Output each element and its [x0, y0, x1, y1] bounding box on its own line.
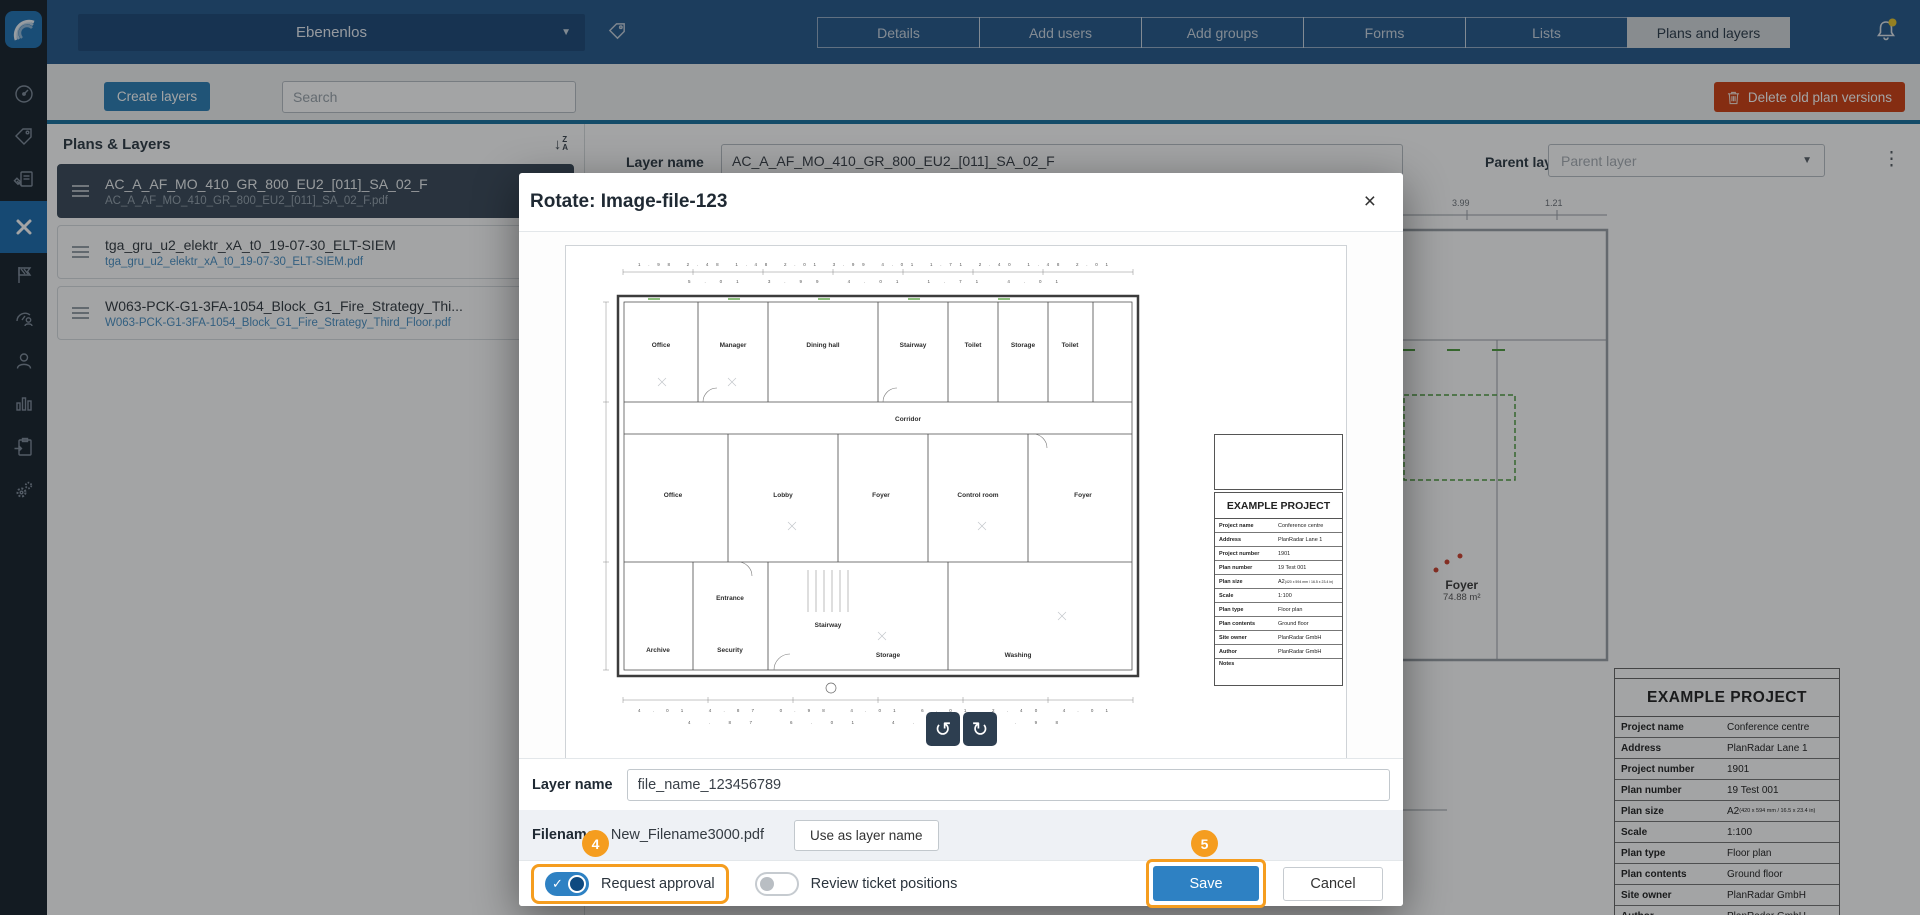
- plan-preview-area: 1.98 2.48 1.48 2.01 3.99 4.01 1.71 2.40 …: [519, 231, 1403, 758]
- svg-text:Storage: Storage: [876, 652, 901, 659]
- preview-title-block: EXAMPLE PROJECT Project nameConference c…: [1214, 492, 1343, 686]
- title-block-stamp-box: [1214, 434, 1343, 490]
- save-button[interactable]: Save: [1153, 866, 1259, 901]
- svg-text:1.98 2.48 1.48 2.01 3.: 1.98 2.48 1.48 2.01 3.99 4.01 1.71 2.40 …: [638, 262, 1108, 267]
- modal-header: Rotate: Image-file-123 ×: [519, 173, 1403, 231]
- rotate-image-modal: Rotate: Image-file-123 × 1.98 2.48 1.48 …: [519, 173, 1403, 906]
- check-icon: ✓: [552, 876, 563, 892]
- svg-text:Security: Security: [717, 647, 743, 654]
- svg-text:Foyer: Foyer: [1074, 492, 1092, 499]
- rotate-counterclockwise-button[interactable]: ↺: [926, 712, 960, 746]
- svg-text:Corridor: Corridor: [895, 416, 921, 423]
- svg-text:4.01 4.87 0.98 4.01 6.: 4.01 4.87 0.98 4.01 6.01 2.40 4.01: [638, 708, 1108, 713]
- svg-text:Lobby: Lobby: [773, 492, 793, 499]
- svg-text:Office: Office: [664, 492, 683, 499]
- svg-text:Toilet: Toilet: [1062, 342, 1080, 349]
- svg-text:Foyer: Foyer: [872, 492, 890, 499]
- svg-text:Control room: Control room: [957, 492, 998, 499]
- svg-text:Archive: Archive: [646, 647, 670, 654]
- svg-text:Storage: Storage: [1011, 342, 1036, 349]
- review-ticket-positions-group: Review ticket positions: [755, 872, 958, 896]
- modal-filename-row: Filename New_Filename3000.pdf Use as lay…: [519, 810, 1403, 860]
- modal-footer: ✓ Request approval Review ticket positio…: [519, 860, 1403, 906]
- toggle-knob: [760, 877, 774, 891]
- close-icon[interactable]: ×: [1364, 192, 1376, 212]
- request-approval-label: Request approval: [601, 876, 715, 892]
- svg-text:Entrance: Entrance: [716, 595, 744, 602]
- svg-text:Toilet: Toilet: [965, 342, 983, 349]
- annotation-badge-4: 4: [582, 830, 609, 857]
- annotation-box-4: ✓ Request approval: [531, 864, 729, 904]
- annotation-box-5: Save: [1146, 859, 1266, 908]
- annotation-badge-5: 5: [1191, 830, 1218, 857]
- rotate-cw-icon: ↻: [972, 719, 989, 741]
- use-as-layer-name-button[interactable]: Use as layer name: [794, 820, 939, 851]
- filename-value: New_Filename3000.pdf: [611, 827, 764, 843]
- rotate-clockwise-button[interactable]: ↻: [963, 712, 997, 746]
- modal-layer-name-row: Layer name: [519, 758, 1403, 810]
- cancel-button[interactable]: Cancel: [1283, 867, 1383, 901]
- svg-text:Manager: Manager: [720, 342, 747, 349]
- modal-layer-name-input[interactable]: [627, 769, 1390, 801]
- svg-text:Stairway: Stairway: [900, 342, 927, 349]
- svg-text:4.87 6.01 4.01 0.98: 4.87 6.01 4.01 0.98: [688, 720, 1058, 725]
- floorplan-drawing: 1.98 2.48 1.48 2.01 3.99 4.01 1.71 2.40 …: [578, 252, 1178, 750]
- request-approval-toggle[interactable]: ✓: [545, 872, 589, 896]
- svg-text:Office: Office: [652, 342, 671, 349]
- svg-text:Dining hall: Dining hall: [806, 342, 839, 349]
- review-ticket-positions-label: Review ticket positions: [811, 876, 958, 892]
- rotate-ccw-icon: ↺: [935, 719, 952, 741]
- toggle-knob: [568, 875, 586, 893]
- title-block-title: EXAMPLE PROJECT: [1215, 493, 1342, 519]
- svg-text:Stairway: Stairway: [815, 622, 842, 629]
- modal-layer-name-label: Layer name: [532, 777, 613, 793]
- review-ticket-positions-toggle[interactable]: [755, 872, 799, 896]
- plan-page: 1.98 2.48 1.48 2.01 3.99 4.01 1.71 2.40 …: [565, 245, 1347, 758]
- svg-text:Washing: Washing: [1005, 652, 1032, 659]
- modal-title: Rotate: Image-file-123: [530, 191, 727, 213]
- svg-text:5.01 3.99 4.01 1.71 4.: 5.01 3.99 4.01 1.71 4.01: [688, 279, 1058, 284]
- app: Ebenenlos ▼ Details Add users Add groups…: [0, 0, 1920, 915]
